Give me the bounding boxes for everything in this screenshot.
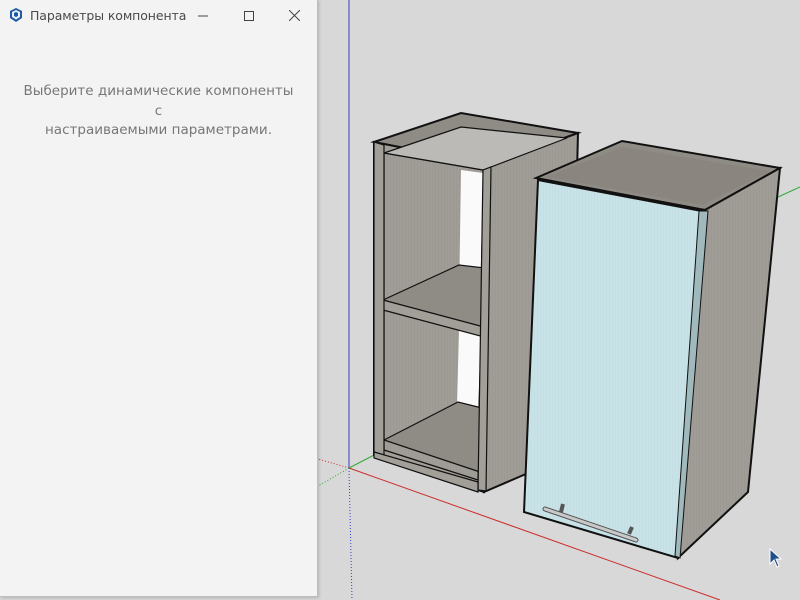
minimize-button[interactable] [180,0,226,31]
blue-axis-dotted [348,467,353,600]
green-axis-right [777,186,800,198]
maximize-button[interactable] [226,0,272,31]
empty-selection-message: Выберите динамические компоненты с настр… [20,82,297,141]
close-button[interactable] [271,0,317,31]
message-line-1: Выберите динамические компоненты с [23,83,294,119]
dialog-titlebar[interactable]: Параметры компонента [0,0,317,31]
message-line-2: настраиваемыми параметрами. [44,122,272,138]
green-axis-dotted [317,467,350,487]
mouse-pointer-icon [769,548,783,568]
sketchup-logo-icon [10,8,22,22]
component-options-dialog: Параметры компонента Выберите динамическ… [0,0,318,597]
dialog-title: Параметры компонента [30,8,187,23]
close-icon [288,10,300,21]
maximize-icon [244,10,254,21]
wall-cabinet-with-door [522,139,783,561]
minimize-icon [198,15,208,16]
red-axis-dotted [317,458,350,469]
